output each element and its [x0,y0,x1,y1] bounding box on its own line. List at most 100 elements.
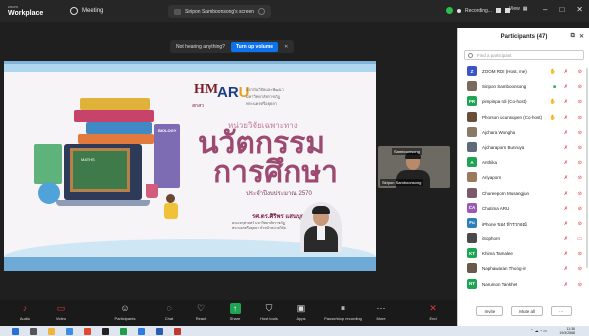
audio-notice: Not hearing anything? Turn up volume ✕ [170,40,295,53]
camera-off-icon[interactable]: ⊘ [578,175,582,181]
tiktok-icon[interactable] [102,328,109,335]
taskbar-clock[interactable]: 11:36 19/3/2568 [559,327,575,335]
speaker-video-tile[interactable]: Samboonsong Siripon Samboonsong [378,146,450,188]
mic-muted-icon[interactable]: ✗ [564,145,568,151]
camera-off-icon[interactable]: ⊘ [578,251,582,257]
screen-share-label: Siripon Samboonsong's screen [185,8,255,15]
start-icon[interactable] [12,328,19,335]
mic-muted-icon[interactable]: ✗ [564,115,568,121]
participant-row[interactable]: PR pimpinpa rdi (Co-host) ✋ ✗ ⊘ [458,94,589,109]
share-button[interactable]: ↑ Share [222,303,248,321]
participant-search-input[interactable]: Find a participant [464,50,584,60]
maximize-button[interactable]: □ [559,5,564,14]
camera-off-icon[interactable]: ⊘ [578,130,582,136]
mic-muted-icon[interactable]: ✗ [564,236,568,242]
participant-row[interactable]: KT Khima Tamalee ✗ ⊘ [458,246,589,261]
view-menu[interactable]: View ▦ [509,6,527,12]
turn-up-volume-button[interactable]: Turn up volume [230,41,279,52]
camera-off-icon[interactable]: ⊘ [578,84,582,90]
mute-all-button[interactable]: Mute all [511,306,544,316]
participant-list-scrollbar[interactable] [586,68,588,268]
participant-row[interactable]: A Anthika ✗ ⊘ [458,155,589,170]
camera-off-icon[interactable]: ⊘ [578,221,582,227]
invite-button[interactable]: Invite [476,306,504,316]
powerpoint-icon[interactable] [174,328,181,335]
close-panel-icon[interactable]: ✕ [579,33,584,40]
audio-button[interactable]: ♪ Audio [12,303,38,322]
camera-off-icon: ▭ [56,303,66,313]
word-icon[interactable] [156,328,163,335]
video-button[interactable]: ▭ Video [48,303,74,322]
recording-indicator[interactable]: Recording... [446,7,510,14]
camera-off-icon[interactable]: ▭ [577,236,582,242]
participant-row[interactable]: NT Narumon Tankhet ✗ ⊘ [458,277,589,292]
aru-logo-part-a: AR [217,84,239,101]
camera-off-icon[interactable]: ⊘ [578,69,582,75]
pause-recording-button[interactable]: ⏸ Pause/stop recording [322,303,364,322]
minimize-button[interactable]: – [543,5,547,14]
react-button[interactable]: ♡ React [188,303,214,322]
host-tools-button[interactable]: ⛉ Host tools [256,303,282,322]
mic-muted-icon[interactable]: ✗ [564,221,568,227]
mic-muted-icon[interactable]: ✗ [564,175,568,181]
mic-muted-icon[interactable]: ✗ [564,191,568,197]
share-arrow-icon: ↑ [229,303,241,314]
participant-row[interactable]: Ariyaporn ✗ ⊘ [458,170,589,185]
participant-row[interactable]: Fu iPhone ของ ฟ้ารวกอณ์ ✗ ⊘ [458,216,589,231]
mic-muted-icon[interactable]: ✗ [564,99,568,105]
participant-name: Naphawaran Thong-in [482,266,527,272]
book [80,98,150,110]
mic-muted-icon[interactable]: ✗ [564,282,568,288]
participant-name: pimpinpa rdi (Co-host) [482,99,527,105]
participant-row[interactable]: Ajcharaporn Bunruya ✗ ⊘ [458,140,589,155]
close-button[interactable]: ✕ [576,5,583,14]
title-bar: zoom Workplace Meeting Siripon Samboonso… [0,0,589,22]
apps-button[interactable]: ▣ Apps [288,303,314,322]
mic-muted-icon[interactable]: ✗ [564,84,568,90]
chrome-icon[interactable] [84,328,91,335]
camera-off-icon[interactable]: ⊘ [578,206,582,212]
participant-row[interactable]: Siripon Samboonsong ■ ✗ ⊘ [458,79,589,94]
meeting-tab[interactable]: Meeting [70,7,103,15]
mic-muted-icon[interactable]: ✗ [564,69,568,75]
mic-muted-icon[interactable]: ✗ [564,206,568,212]
participant-row[interactable]: Phorson ucunsupen (Co-host) ✋ ✗ ⊘ [458,110,589,125]
search-taskbar-icon[interactable] [30,328,37,335]
more-button[interactable]: ⋯ More [368,303,394,322]
participants-button[interactable]: ☺ Participants [112,303,138,322]
camera-off-icon[interactable]: ⊘ [578,191,582,197]
chat-button[interactable]: ◌ Chat [156,303,182,322]
notice-close-button[interactable]: ✕ [284,44,288,50]
end-button[interactable]: ✕ End [420,303,446,322]
participant-row[interactable]: Naphawaran Thong-in ✗ ⊘ [458,261,589,276]
pause-icon[interactable] [495,8,501,13]
file-explorer-icon[interactable] [48,328,55,335]
system-tray[interactable]: ⌃ ☁ ◔ ▭ [530,328,547,333]
mic-muted-icon[interactable]: ✗ [564,251,568,257]
host-tools-label: Host tools [260,316,278,321]
mic-muted-icon[interactable]: ✗ [564,130,568,136]
camera-off-icon[interactable]: ⊘ [578,115,582,121]
avatar [467,263,477,274]
camera-off-icon[interactable]: ⊘ [578,282,582,288]
participant-name: iSophorn [482,236,501,242]
more-options-button[interactable]: ··· [551,306,572,316]
line-icon[interactable] [120,328,127,335]
mic-muted-icon[interactable]: ✗ [564,266,568,272]
heart-icon: ♡ [196,303,206,313]
zoom-taskbar-icon[interactable] [138,328,145,335]
participant-row[interactable]: CA Chutima ARU ✗ ⊘ [458,201,589,216]
camera-off-icon[interactable]: ⊘ [578,160,582,166]
camera-off-icon[interactable]: ⊘ [578,266,582,272]
camera-off-icon[interactable]: ⊘ [578,145,582,151]
recording-label: Recording... [465,7,492,14]
participant-row[interactable]: Z ZOOM RDI (Host, me) ✋ ✗ ⊘ [458,64,589,79]
store-icon[interactable] [66,328,73,335]
screen-share-pill[interactable]: Siripon Samboonsong's screen [168,5,272,18]
participant-row[interactable]: Chureeporn Musangjun ✗ ⊘ [458,186,589,201]
camera-off-icon[interactable]: ⊘ [578,99,582,105]
participant-row[interactable]: Ajchara Wongha ✗ ⊘ [458,125,589,140]
participant-row[interactable]: iSophorn ✗ ▭ [458,231,589,246]
mic-muted-icon[interactable]: ✗ [564,160,568,166]
popout-icon[interactable]: ⧉ [571,33,575,40]
